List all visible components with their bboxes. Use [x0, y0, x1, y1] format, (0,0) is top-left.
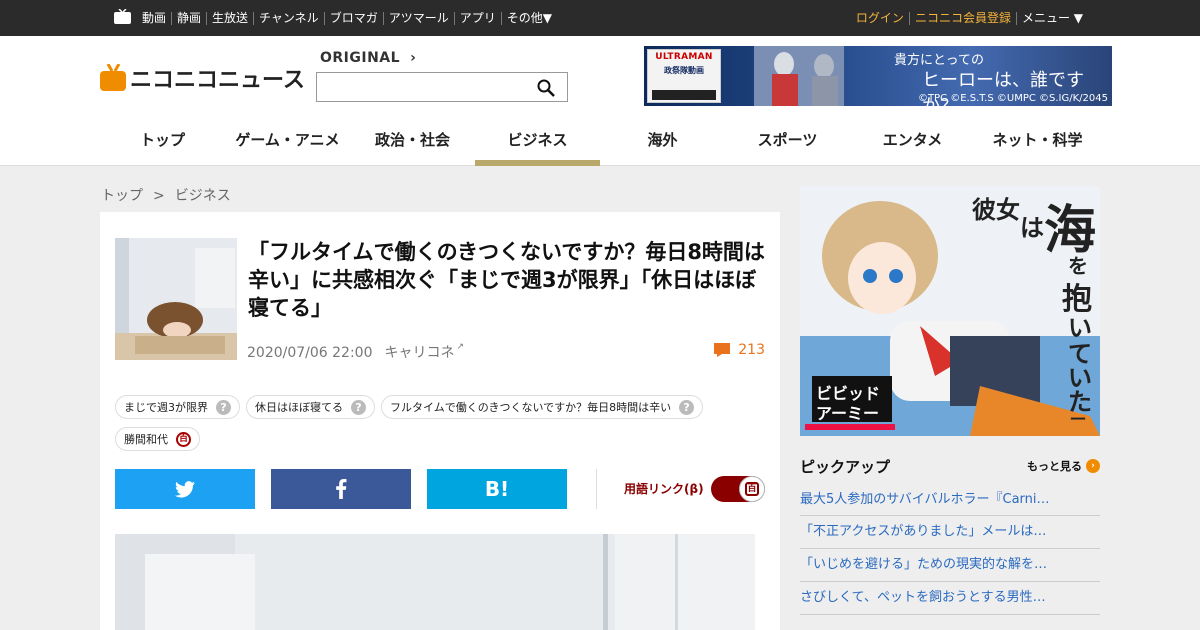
service-link-app[interactable]: アプリ	[453, 11, 501, 25]
pickup-list: 最大5人参加のサバイバルホラー『Carni… 「不正アクセスがありました」メール…	[800, 484, 1100, 615]
share-twitter-button[interactable]	[115, 469, 255, 509]
original-label: ORIGINAL	[320, 50, 401, 66]
ad-brand-bottom: アーミー	[816, 404, 880, 423]
service-link-atsumaru[interactable]: アツマール	[382, 11, 454, 25]
article-thumbnail[interactable]	[115, 238, 237, 360]
banner-brand: ULTRAMAN	[655, 52, 713, 62]
login-link[interactable]: ログイン	[851, 11, 909, 25]
tab-entertainment[interactable]: エンタメ	[850, 120, 975, 166]
article-date: 2020/07/06 22:00	[247, 345, 373, 361]
tab-top[interactable]: トップ	[100, 120, 225, 166]
ad-title-char: は	[1020, 213, 1044, 242]
term-link-label: 用語リンク(β)	[624, 482, 704, 496]
menu-dropdown[interactable]: メニュー ▼	[1015, 11, 1088, 25]
term-link-toggle[interactable]: 百	[711, 476, 765, 502]
dictionary-icon: 百	[745, 482, 759, 496]
service-link-channel[interactable]: チャンネル	[253, 11, 324, 25]
account-nav: ログイン ニコニコ会員登録 メニュー ▼	[851, 0, 1088, 36]
share-hatena-button[interactable]: B!	[427, 469, 567, 509]
header-ad-banner[interactable]: ULTRAMAN 政祭隊動画 貴方にとっての ヒーローは、誰ですか？ ©TPC …	[644, 46, 1112, 106]
toggle-knob: 百	[739, 476, 765, 502]
article-main-image	[115, 534, 755, 630]
dictionary-icon: 百	[176, 431, 191, 447]
tag-item[interactable]: まじで週3が限界?	[115, 395, 240, 419]
share-divider	[596, 469, 597, 509]
original-link[interactable]: ORIGINAL ›	[320, 50, 416, 66]
facebook-icon	[336, 479, 347, 499]
service-link-live[interactable]: 生放送	[206, 11, 253, 25]
more-link[interactable]: もっと見る ›	[1027, 458, 1100, 474]
breadcrumb: トップ > ビジネス	[101, 185, 231, 205]
tag-list: まじで週3が限界? 休日はほぼ寝てる? フルタイムで働くのきつくないですか？毎日8時…	[115, 395, 765, 459]
site-logo[interactable]: ニコニコニュース	[100, 63, 305, 93]
banner-copyright: ©TPC ©E.S.T.S ©UMPC ©S.IG/K/2045	[917, 93, 1108, 104]
banner-sub: 政祭隊動画	[664, 66, 704, 75]
pickup-header: ピックアップ もっと見る ›	[800, 456, 1100, 478]
pickup-item[interactable]: 「不正アクセスがありました」メールは…	[800, 516, 1100, 549]
site-header: ニコニコニュース ORIGINAL › ULTRAMAN 政祭隊動画 貴方にとって…	[0, 36, 1200, 166]
banner-hero-figure	[754, 46, 844, 106]
question-icon: ?	[216, 399, 231, 415]
tag-label: フルタイムで働くのきつくないですか？毎日8時間は辛い	[390, 401, 672, 414]
tab-business[interactable]: ビジネス	[475, 120, 600, 166]
tag-item[interactable]: フルタイムで働くのきつくないですか？毎日8時間は辛い?	[381, 395, 704, 419]
service-link-blomaga[interactable]: ブロマガ	[323, 11, 383, 25]
ad-title-char: 女	[996, 195, 1020, 224]
article-meta: 2020/07/06 22:00 キャリコネ ↗	[247, 342, 464, 362]
tag-label: 休日はほぼ寝てる	[255, 401, 343, 414]
breadcrumb-separator: >	[153, 188, 165, 204]
logo-text: ニコニコニュース	[130, 68, 305, 93]
tab-politics[interactable]: 政治・社会	[350, 120, 475, 166]
breadcrumb-home[interactable]: トップ	[101, 188, 143, 204]
question-icon: ?	[679, 399, 695, 415]
tab-game-anime[interactable]: ゲーム・アニメ	[225, 120, 350, 166]
search-icon[interactable]	[537, 79, 555, 97]
tag-item[interactable]: 勝間和代百	[115, 427, 200, 451]
pickup-item[interactable]: 最大5人参加のサバイバルホラー『Carni…	[800, 484, 1100, 516]
tag-item[interactable]: 休日はほぼ寝てる?	[246, 395, 375, 419]
register-link[interactable]: ニコニコ会員登録	[908, 11, 1016, 25]
pickup-item[interactable]: さびしくて、ペットを飼おうとする男性…	[800, 582, 1100, 615]
category-nav: トップ ゲーム・アニメ 政治・社会 ビジネス 海外 スポーツ エンタメ ネット・…	[100, 120, 1100, 166]
ad-title-char: —	[1070, 408, 1086, 427]
search-box	[316, 72, 568, 102]
pickup-item[interactable]: 「いじめを避ける」ための現実的な解を…	[800, 549, 1100, 582]
tab-overseas[interactable]: 海外	[600, 120, 725, 166]
tab-sports[interactable]: スポーツ	[725, 120, 850, 166]
comment-icon	[714, 343, 731, 357]
more-label: もっと見る	[1027, 460, 1082, 473]
comment-count[interactable]: 213	[714, 342, 765, 358]
share-facebook-button[interactable]	[271, 469, 411, 509]
niconico-logo-icon	[100, 64, 126, 91]
pickup-title: ピックアップ	[800, 458, 891, 476]
ad-title-char: 彼	[972, 195, 996, 224]
tag-label: 勝間和代	[124, 433, 168, 446]
banner-strip	[652, 90, 716, 100]
niconico-tv-icon[interactable]	[114, 9, 131, 24]
service-nav: 動画 静画 生放送 チャンネル ブロマガ アツマール アプリ その他▼	[137, 0, 557, 36]
chevron-right-icon: ›	[1086, 459, 1100, 473]
tab-net-science[interactable]: ネット・科学	[975, 120, 1100, 166]
service-link-video[interactable]: 動画	[137, 11, 171, 25]
question-icon: ?	[351, 399, 366, 415]
tag-label: まじで週3が限界	[124, 401, 208, 414]
chevron-right-icon: ›	[410, 50, 417, 66]
external-link-icon: ↗	[456, 342, 465, 352]
top-bar: 動画 静画 生放送 チャンネル ブロマガ アツマール アプリ その他▼ ログイン…	[0, 0, 1200, 36]
service-link-seiga[interactable]: 静画	[171, 11, 206, 25]
breadcrumb-current[interactable]: ビジネス	[175, 188, 231, 204]
banner-ultraman-logo: ULTRAMAN 政祭隊動画	[647, 49, 721, 103]
sidebar-ad-banner[interactable]: 彼 女 は 海 を 抱 い て い た — ビビッド アーミー	[800, 186, 1100, 436]
article-source-link[interactable]: キャリコネ	[385, 345, 455, 361]
hatena-icon: B!	[484, 477, 510, 501]
comment-count-value: 213	[738, 342, 765, 358]
twitter-icon	[175, 480, 195, 497]
article-card: 「フルタイムで働くのきつくないですか？毎日8時間は辛い」に共感相次ぐ「まじで週3…	[100, 212, 780, 630]
article-headline[interactable]: 「フルタイムで働くのきつくないですか？毎日8時間は辛い」に共感相次ぐ「まじで週3…	[248, 238, 768, 322]
search-input[interactable]	[317, 73, 527, 101]
service-link-other[interactable]: その他▼	[500, 11, 557, 25]
